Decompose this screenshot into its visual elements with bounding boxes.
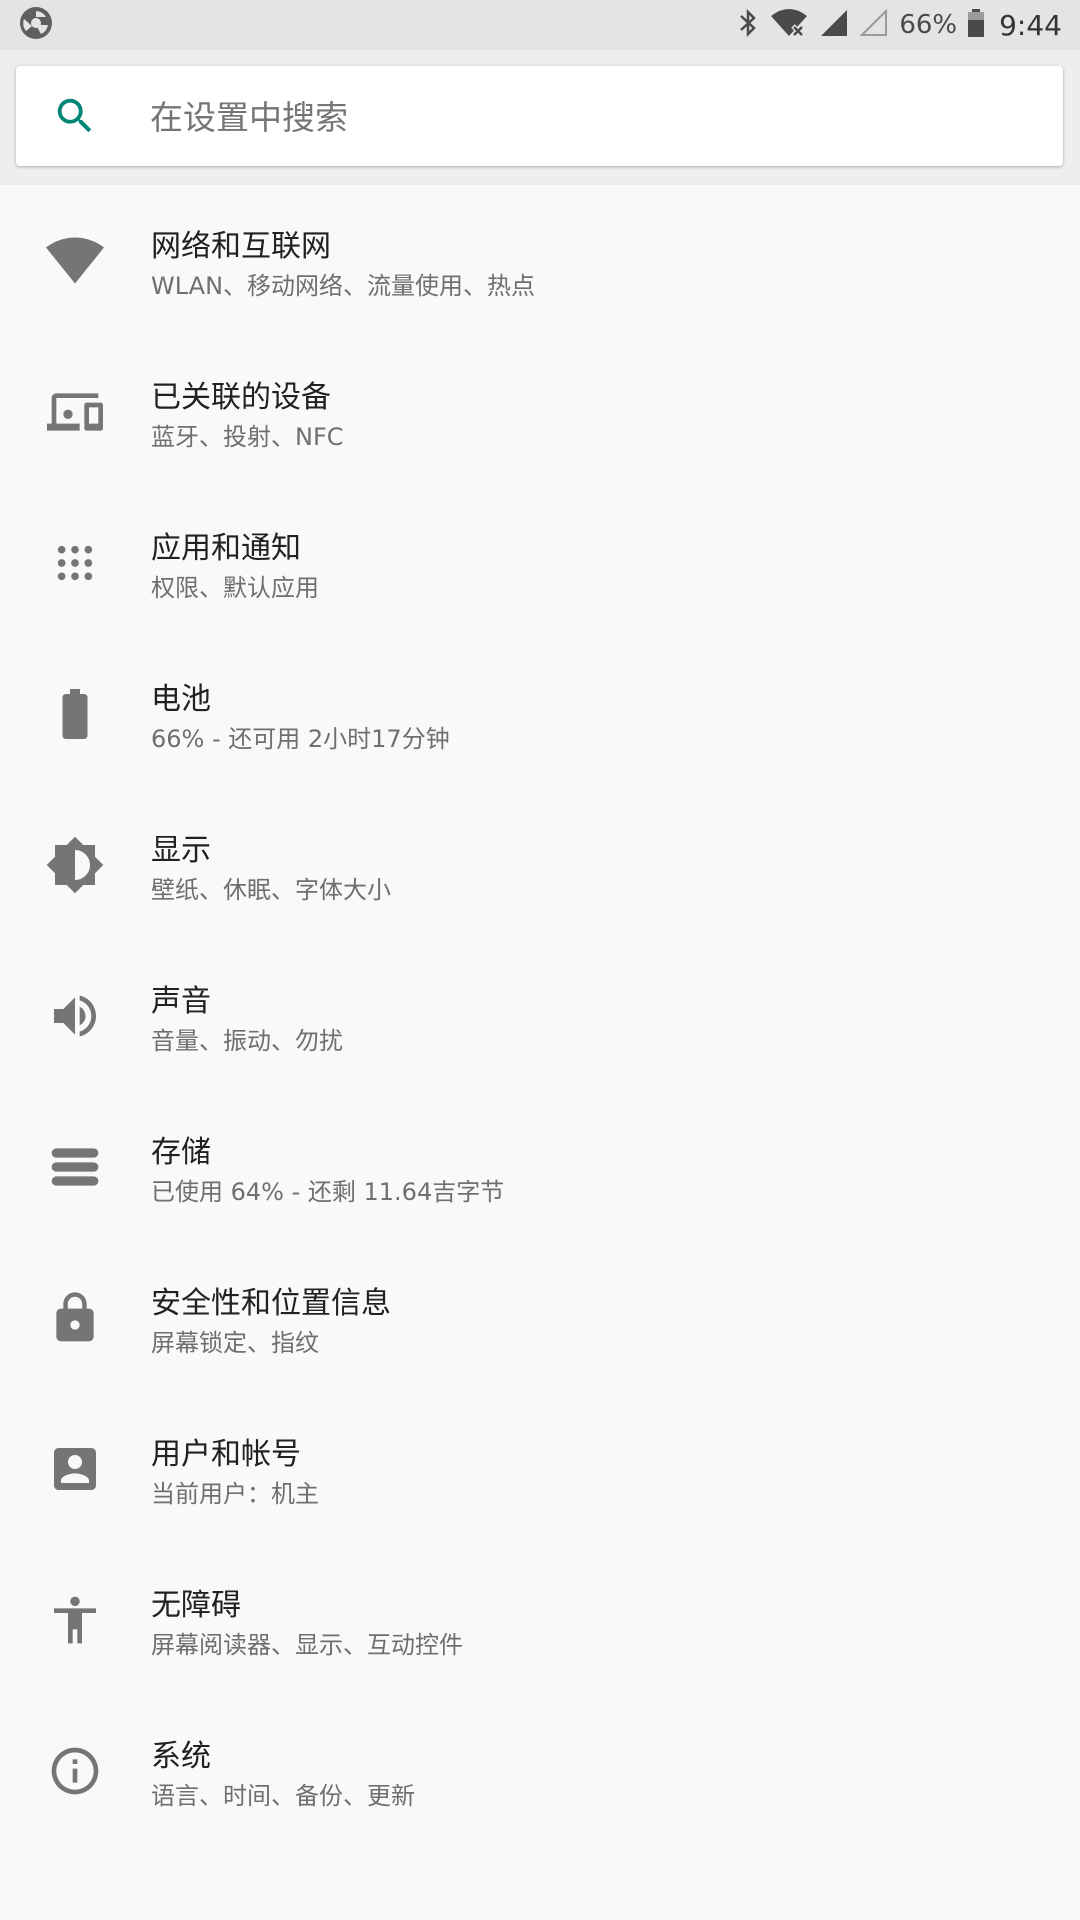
settings-item-apps[interactable]: 应用和通知 权限、默认应用: [0, 487, 1080, 638]
settings-item-subtitle: 权限、默认应用: [151, 574, 319, 602]
app-logo-icon: [18, 5, 54, 45]
settings-item-subtitle: 壁纸、休眠、字体大小: [151, 876, 391, 904]
devices-icon: [45, 382, 105, 442]
settings-item-subtitle: 语言、时间、备份、更新: [151, 1782, 415, 1810]
settings-item-security[interactable]: 安全性和位置信息 屏幕锁定、指纹: [0, 1242, 1080, 1393]
battery-icon: [967, 8, 985, 42]
settings-list: 网络和互联网 WLAN、移动网络、流量使用、热点 已关联的设备 蓝牙、投射、NF…: [0, 185, 1080, 1846]
clock: 9:44: [999, 8, 1062, 42]
settings-item-display[interactable]: 显示 壁纸、休眠、字体大小: [0, 789, 1080, 940]
settings-item-battery[interactable]: 电池 66% - 还可用 2小时17分钟: [0, 638, 1080, 789]
search-icon[interactable]: [52, 93, 98, 139]
search-input[interactable]: [148, 88, 1032, 146]
settings-item-subtitle: 屏幕阅读器、显示、互动控件: [151, 1631, 463, 1659]
settings-item-title: 电池: [151, 682, 211, 717]
settings-item-subtitle: 音量、振动、勿扰: [151, 1027, 343, 1055]
search-bar-container: [0, 50, 1080, 185]
signal-full-icon: [819, 8, 849, 42]
bluetooth-icon: [737, 8, 759, 42]
battery-icon: [45, 684, 105, 744]
settings-item-title: 用户和帐号: [151, 1437, 301, 1472]
settings-item-title: 安全性和位置信息: [151, 1286, 391, 1321]
settings-item-title: 应用和通知: [151, 531, 301, 566]
settings-item-system[interactable]: 系统 语言、时间、备份、更新: [0, 1695, 1080, 1846]
settings-item-storage[interactable]: 存储 已使用 64% - 还剩 11.64吉字节: [0, 1091, 1080, 1242]
settings-item-subtitle: 蓝牙、投射、NFC: [151, 423, 344, 451]
info-icon: [45, 1741, 105, 1801]
settings-item-subtitle: WLAN、移动网络、流量使用、热点: [151, 272, 536, 300]
settings-item-subtitle: 66% - 还可用 2小时17分钟: [151, 725, 450, 753]
settings-item-title: 存储: [151, 1135, 211, 1170]
battery-percent: 66%: [899, 10, 958, 40]
status-bar-right: 66% 9:44: [737, 8, 1062, 42]
volume-icon: [45, 986, 105, 1046]
search-box[interactable]: [16, 66, 1063, 166]
settings-item-subtitle: 已使用 64% - 还剩 11.64吉字节: [151, 1178, 505, 1206]
settings-item-sound[interactable]: 声音 音量、振动、勿扰: [0, 940, 1080, 1091]
status-bar: 66% 9:44: [0, 0, 1080, 50]
account-icon: [45, 1439, 105, 1499]
settings-item-title: 系统: [151, 1739, 211, 1774]
settings-item-connected-devices[interactable]: 已关联的设备 蓝牙、投射、NFC: [0, 336, 1080, 487]
bottom-spacer: [0, 1855, 1080, 1920]
accessibility-icon: [45, 1590, 105, 1650]
settings-item-title: 已关联的设备: [151, 380, 331, 415]
apps-icon: [45, 533, 105, 593]
settings-item-subtitle: 当前用户：机主: [151, 1480, 319, 1508]
brightness-icon: [45, 835, 105, 895]
wifi-off-icon: [769, 8, 809, 42]
status-bar-left: [18, 5, 54, 45]
settings-item-title: 声音: [151, 984, 211, 1019]
settings-item-network[interactable]: 网络和互联网 WLAN、移动网络、流量使用、热点: [0, 185, 1080, 336]
signal-empty-icon: [859, 8, 889, 42]
wifi-icon: [45, 231, 105, 291]
lock-icon: [45, 1288, 105, 1348]
storage-icon: [45, 1137, 105, 1197]
settings-item-title: 无障碍: [151, 1588, 241, 1623]
settings-item-users[interactable]: 用户和帐号 当前用户：机主: [0, 1393, 1080, 1544]
settings-item-subtitle: 屏幕锁定、指纹: [151, 1329, 319, 1357]
settings-item-accessibility[interactable]: 无障碍 屏幕阅读器、显示、互动控件: [0, 1544, 1080, 1695]
settings-item-title: 显示: [151, 833, 211, 868]
settings-item-title: 网络和互联网: [151, 229, 331, 264]
